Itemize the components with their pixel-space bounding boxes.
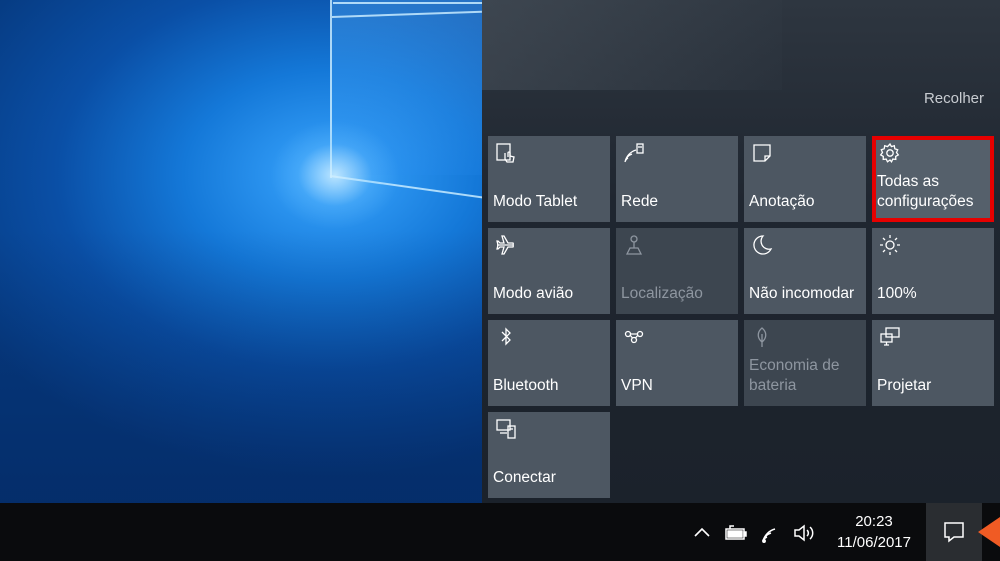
taskbar: 20:23 11/06/2017 xyxy=(0,503,1000,561)
battery-icon[interactable] xyxy=(724,521,748,545)
tile-do-not-disturb[interactable]: Não incomodar xyxy=(744,228,866,314)
tile-bluetooth[interactable]: Bluetooth xyxy=(488,320,610,406)
tile-label: Economia de bateria xyxy=(749,357,840,394)
tablet-mode-icon xyxy=(495,142,517,164)
location-icon xyxy=(623,234,645,256)
tile-label: VPN xyxy=(621,377,653,394)
bluetooth-icon xyxy=(495,326,517,348)
vpn-icon xyxy=(623,326,645,348)
clock[interactable]: 20:23 11/06/2017 xyxy=(826,511,922,553)
tile-project[interactable]: Projetar xyxy=(872,320,994,406)
connect-icon xyxy=(495,418,517,440)
airplane-icon xyxy=(495,234,517,256)
tile-label: Bluetooth xyxy=(493,377,559,394)
tile-all-settings[interactable]: Todas as configurações xyxy=(872,136,994,222)
clock-date: 11/06/2017 xyxy=(837,534,911,551)
action-center-panel: Recolher Modo Tablet Rede Anotação Todas xyxy=(482,0,1000,503)
tile-label: Localização xyxy=(621,285,703,302)
tile-note[interactable]: Anotação xyxy=(744,136,866,222)
tile-label: Não incomodar xyxy=(749,285,855,302)
clock-time: 20:23 xyxy=(855,513,893,530)
tile-tablet-mode[interactable]: Modo Tablet xyxy=(488,136,610,222)
action-center-button[interactable] xyxy=(926,503,982,561)
tile-label: Rede xyxy=(621,193,659,210)
tile-brightness[interactable]: 100% xyxy=(872,228,994,314)
tile-label: Modo avião xyxy=(493,285,574,302)
tile-label: Conectar xyxy=(493,469,556,486)
wallpaper-shadow xyxy=(0,230,482,503)
tile-network[interactable]: Rede xyxy=(616,136,738,222)
tile-label: Todas as configurações xyxy=(877,173,974,210)
tile-vpn[interactable]: VPN xyxy=(616,320,738,406)
tile-connect[interactable]: Conectar xyxy=(488,412,610,498)
volume-icon[interactable] xyxy=(792,521,816,545)
wifi-icon[interactable] xyxy=(760,521,784,545)
tile-location[interactable]: Localização xyxy=(616,228,738,314)
desktop-wallpaper xyxy=(0,0,482,503)
tile-label: Projetar xyxy=(877,377,932,394)
annotation-arrow xyxy=(978,517,1000,547)
tile-label: 100% xyxy=(877,285,917,302)
collapse-link[interactable]: Recolher xyxy=(924,90,984,107)
tile-label: Anotação xyxy=(749,193,815,210)
tile-label: Modo Tablet xyxy=(493,193,578,210)
wallpaper-glow xyxy=(270,120,400,230)
brightness-icon xyxy=(879,234,901,256)
note-icon xyxy=(751,142,773,164)
tile-airplane-mode[interactable]: Modo avião xyxy=(488,228,610,314)
moon-icon xyxy=(751,234,773,256)
project-icon xyxy=(879,326,901,348)
panel-blur xyxy=(482,0,782,90)
action-center-icon xyxy=(944,522,964,543)
chevron-up-icon[interactable] xyxy=(690,521,714,545)
wallpaper-light-beam xyxy=(333,2,482,4)
network-icon xyxy=(623,142,645,164)
gear-icon xyxy=(879,142,901,164)
battery-saver-icon xyxy=(751,326,773,348)
tile-battery-saver[interactable]: Economia de bateria xyxy=(744,320,866,406)
